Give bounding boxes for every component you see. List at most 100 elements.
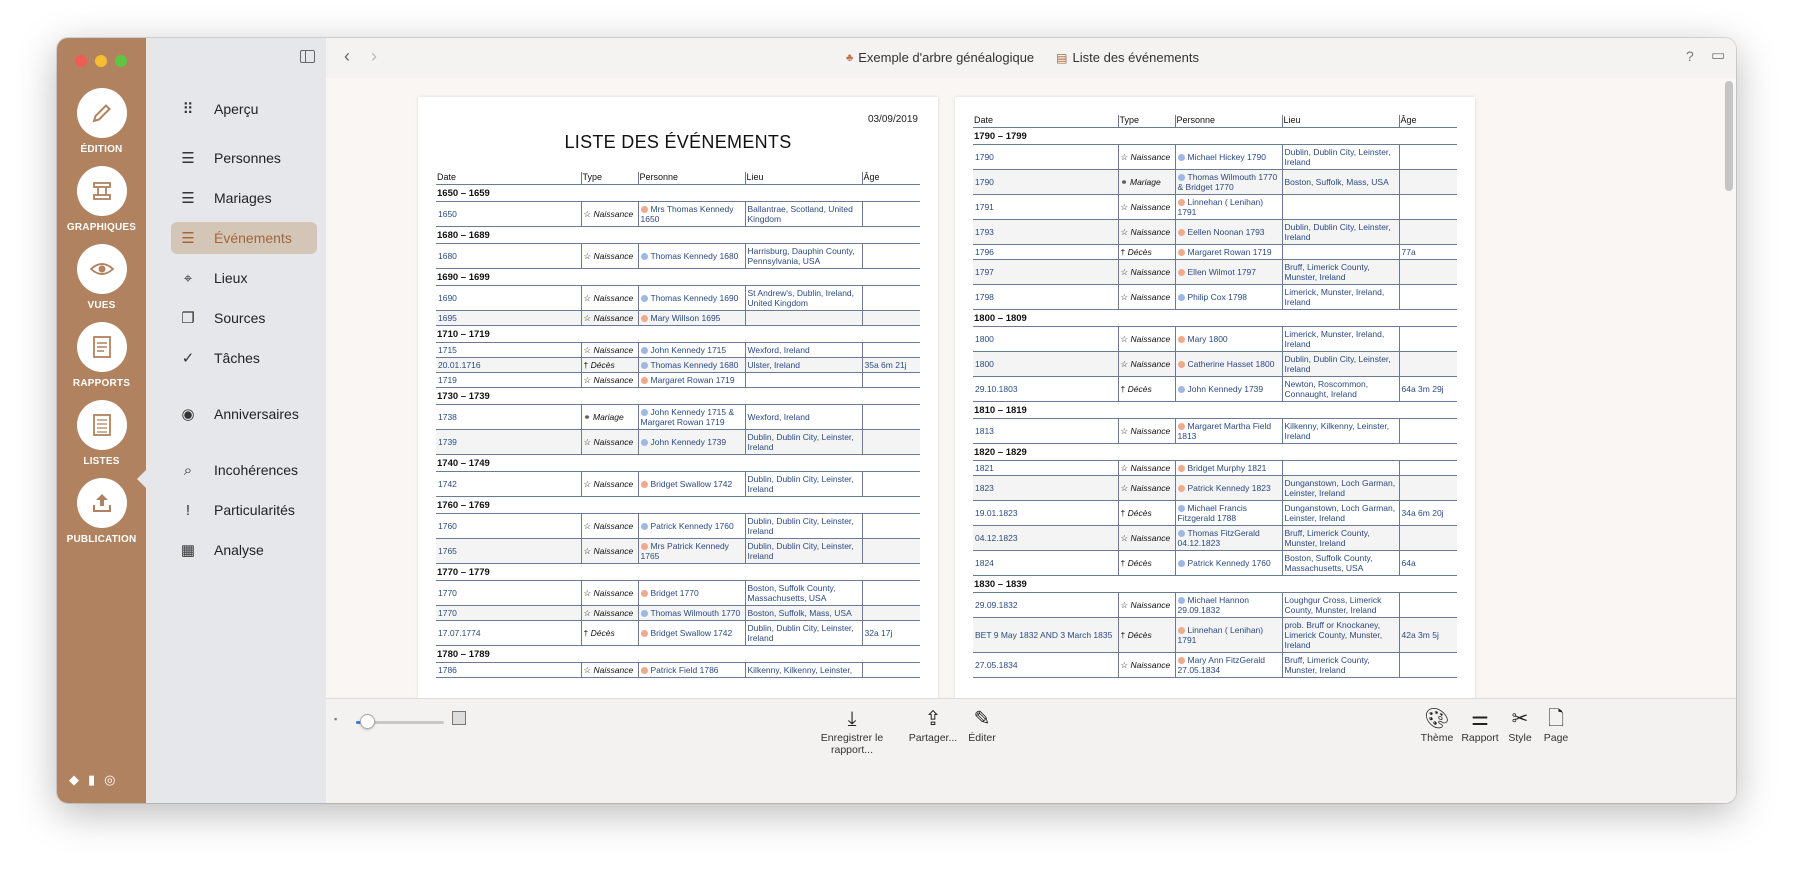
report-settings-button[interactable]: ⚌ Rapport <box>1459 707 1501 744</box>
table-row[interactable]: 27.05.1834 ☆ Naissance Mary Ann FitzGerald… <box>973 652 1457 678</box>
sidebar-item-incoherences[interactable]: ⌕ Incohérences <box>171 454 317 486</box>
table-row[interactable]: 1695 ☆ Naissance Mary Willson 1695 <box>436 310 920 326</box>
table-row[interactable]: 1797 ☆ Naissance Ellen Wilmot 1797 Bruff, L… <box>973 259 1457 285</box>
rail-item-listes[interactable]: LISTES <box>57 400 146 467</box>
edit-button[interactable]: ✎ Éditer <box>964 707 1000 744</box>
share-button[interactable]: ⇪ Partager... <box>908 707 958 744</box>
event-person[interactable]: Thomas FitzGerald 04.12.1823 <box>1175 525 1283 551</box>
back-button[interactable]: ‹ <box>344 46 350 67</box>
table-row[interactable]: 1790 ☆ Naissance Michael Hickey 1790 Dublin… <box>973 144 1457 170</box>
rail-item-edition[interactable]: ÉDITION <box>57 88 146 155</box>
table-row[interactable]: 1791 ☆ Naissance Linnehan ( Lenihan) 1791 <box>973 194 1457 220</box>
event-person[interactable]: John Kennedy 1739 <box>638 429 746 455</box>
table-row[interactable]: 1738 ⚭ Mariage John Kennedy 1715 & Margare… <box>436 404 920 430</box>
zoom-slider-knob[interactable] <box>360 714 375 729</box>
rail-item-graphiques[interactable]: GRAPHIQUES <box>57 166 146 233</box>
window-mode-icon[interactable]: ▭ <box>1711 46 1725 64</box>
sidebar-item-lieux[interactable]: ⌖ Lieux <box>171 262 317 294</box>
event-person[interactable]: Linnehan ( Lenihan) 1791 <box>1175 617 1283 653</box>
sidebar-item-anniversaires[interactable]: ◉ Anniversaires <box>171 398 317 430</box>
event-person[interactable]: Margaret Martha Field 1813 <box>1175 418 1283 444</box>
forward-button[interactable]: › <box>371 46 377 67</box>
table-row[interactable]: 1680 ☆ Naissance Thomas Kennedy 1680 Harris… <box>436 243 920 269</box>
event-person[interactable]: Bridget Swallow 1742 <box>638 620 746 646</box>
minimize-window-button[interactable] <box>95 55 107 67</box>
sidebar-item-taches[interactable]: ✓ Tâches <box>171 342 317 374</box>
sidebar-item-evenements[interactable]: ☰ Événements <box>171 222 317 254</box>
zoom-window-button[interactable] <box>115 55 127 67</box>
vertical-scrollbar[interactable] <box>1725 81 1733 191</box>
event-person[interactable]: Thomas Kennedy 1680 <box>638 243 746 269</box>
table-row[interactable]: BET 9 May 1832 AND 3 March 1835 † Décès Li… <box>973 617 1457 653</box>
event-person[interactable]: Patrick Field 1786 <box>638 662 746 678</box>
style-button[interactable]: ✂ Style <box>1504 707 1536 744</box>
sidebar-item-apercu[interactable]: ⠿ Aperçu <box>171 93 317 125</box>
event-person[interactable]: Mary Ann FitzGerald 27.05.1834 <box>1175 652 1283 678</box>
event-person[interactable]: Thomas Kennedy 1690 <box>638 285 746 311</box>
table-row[interactable]: 1790 ⚭ Mariage Thomas Wilmouth 1770 & Brid… <box>973 169 1457 195</box>
event-person[interactable]: Margaret Rowan 1719 <box>638 372 746 388</box>
save-report-button[interactable]: ⤓ Enregistrer le rapport... <box>802 707 902 756</box>
rail-item-vues[interactable]: VUES <box>57 244 146 311</box>
table-row[interactable]: 1742 ☆ Naissance Bridget Swallow 1742 Dubli… <box>436 471 920 497</box>
event-person[interactable]: Mary 1800 <box>1175 326 1283 352</box>
rail-item-publication[interactable]: PUBLICATION <box>57 478 146 545</box>
table-row[interactable]: 1770 ☆ Naissance Thomas Wilmouth 1770 Bosto… <box>436 605 920 621</box>
table-row[interactable]: 1650 ☆ Naissance Mrs Thomas Kennedy 1650 Ba… <box>436 201 920 227</box>
sidebar-item-mariages[interactable]: ☰ Mariages <box>171 182 317 214</box>
sidebar-toggle-icon[interactable] <box>300 50 315 63</box>
table-row[interactable]: 1765 ☆ Naissance Mrs Patrick Kennedy 1765 D… <box>436 538 920 564</box>
event-person[interactable]: Patrick Kennedy 1823 <box>1175 475 1283 501</box>
event-person[interactable]: John Kennedy 1715 & Margaret Rowan 1719 <box>638 404 746 430</box>
event-person[interactable]: Mrs Thomas Kennedy 1650 <box>638 201 746 227</box>
event-person[interactable]: Bridget Swallow 1742 <box>638 471 746 497</box>
event-person[interactable]: John Kennedy 1715 <box>638 342 746 358</box>
event-person[interactable]: Eellen Noonan 1793 <box>1175 219 1283 245</box>
page-button[interactable]: 🗋︎ Page <box>1541 707 1571 744</box>
table-row[interactable]: 1719 ☆ Naissance Margaret Rowan 1719 <box>436 372 920 388</box>
event-person[interactable]: Mary Willson 1695 <box>638 310 746 326</box>
event-person[interactable]: Linnehan ( Lenihan) 1791 <box>1175 194 1283 220</box>
event-person[interactable]: Margaret Rowan 1719 <box>1175 244 1283 260</box>
web-search-icon[interactable]: ◎ <box>104 772 115 788</box>
bookmark-icon[interactable]: ▮ <box>88 772 95 788</box>
table-row[interactable]: 1796 † Décès Margaret Rowan 1719 77a <box>973 244 1457 260</box>
table-row[interactable]: 19.01.1823 † Décès Michael Francis Fitzger… <box>973 500 1457 526</box>
close-window-button[interactable] <box>75 55 87 67</box>
event-person[interactable]: Ellen Wilmot 1797 <box>1175 259 1283 285</box>
table-row[interactable]: 1739 ☆ Naissance John Kennedy 1739 Dublin, … <box>436 429 920 455</box>
table-row[interactable]: 1800 ☆ Naissance Mary 1800 Limerick, Munste… <box>973 326 1457 352</box>
event-person[interactable]: Bridget Murphy 1821 <box>1175 460 1283 476</box>
event-person[interactable]: Thomas Wilmouth 1770 & Bridget 1770 <box>1175 169 1283 195</box>
tag-icon[interactable]: ◆ <box>69 772 79 788</box>
sidebar-item-sources[interactable]: ❐ Sources <box>171 302 317 334</box>
event-person[interactable]: Catherine Hasset 1800 <box>1175 351 1283 377</box>
event-person[interactable]: Patrick Kennedy 1760 <box>638 513 746 539</box>
table-row[interactable]: 1798 ☆ Naissance Philip Cox 1798 Limerick, … <box>973 284 1457 310</box>
event-person[interactable]: Michael Francis Fitzgerald 1788 <box>1175 500 1283 526</box>
sidebar-item-particularites[interactable]: ! Particularités <box>171 494 317 526</box>
event-person[interactable]: Thomas Kennedy 1680 <box>638 357 746 373</box>
breadcrumb-tree[interactable]: ♣ Exemple d'arbre généalogique <box>846 50 1034 65</box>
table-row[interactable]: 1800 ☆ Naissance Catherine Hasset 1800 Dubl… <box>973 351 1457 377</box>
help-button[interactable]: ? <box>1686 48 1694 64</box>
event-person[interactable]: Mrs Patrick Kennedy 1765 <box>638 538 746 564</box>
table-row[interactable]: 1793 ☆ Naissance Eellen Noonan 1793 Dublin,… <box>973 219 1457 245</box>
table-row[interactable]: 1770 ☆ Naissance Bridget 1770 Boston, Suffo… <box>436 580 920 606</box>
event-person[interactable]: John Kennedy 1739 <box>1175 376 1283 402</box>
report-preview[interactable]: 03/09/2019 LISTE DES ÉVÉNEMENTS Date Typ… <box>326 78 1736 698</box>
event-person[interactable]: Philip Cox 1798 <box>1175 284 1283 310</box>
breadcrumb-list[interactable]: ▤ Liste des événements <box>1056 50 1199 65</box>
rail-item-rapports[interactable]: RAPPORTS <box>57 322 146 389</box>
table-row[interactable]: 1715 ☆ Naissance John Kennedy 1715 Wexford,… <box>436 342 920 358</box>
event-person[interactable]: Thomas Wilmouth 1770 <box>638 605 746 621</box>
sidebar-item-personnes[interactable]: ☰ Personnes <box>171 142 317 174</box>
event-person[interactable]: Michael Hannon 29.09.1832 <box>1175 592 1283 618</box>
table-row[interactable]: 1760 ☆ Naissance Patrick Kennedy 1760 Dubli… <box>436 513 920 539</box>
table-row[interactable]: 29.09.1832 ☆ Naissance Michael Hannon 29.0… <box>973 592 1457 618</box>
table-row[interactable]: 1821 ☆ Naissance Bridget Murphy 1821 <box>973 460 1457 476</box>
table-row[interactable]: 1786 ☆ Naissance Patrick Field 1786 Kilkenn… <box>436 662 920 678</box>
table-row[interactable]: 1813 ☆ Naissance Margaret Martha Field 181… <box>973 418 1457 444</box>
table-row[interactable]: 1823 ☆ Naissance Patrick Kennedy 1823 Dunga… <box>973 475 1457 501</box>
event-person[interactable]: Michael Hickey 1790 <box>1175 144 1283 170</box>
